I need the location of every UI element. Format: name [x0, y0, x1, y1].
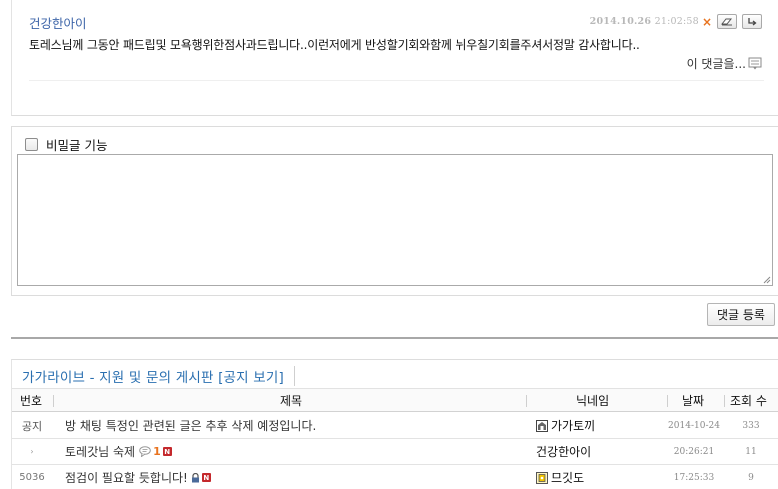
table-row[interactable]: 5036 점검이 필요할 듯합니다! N 므깃도 17:25:33 9 [12, 465, 778, 489]
resize-grip-icon[interactable] [763, 276, 771, 284]
row-date: 17:25:33 [673, 472, 715, 483]
comment-count: 1 [153, 445, 161, 458]
row-number: 5036 [19, 472, 45, 483]
comment-item: 건강한아이 2014.10.26 21:02:58 × 토레스님께 그동안 패드… [11, 0, 778, 116]
row-number: 공지 [21, 419, 43, 433]
header-nickname: 닉네임 [576, 393, 610, 408]
row-views: 333 [742, 420, 760, 431]
comment-meta: 2014.10.26 21:02:58 × [590, 14, 762, 29]
member-level-icon [536, 471, 548, 484]
eraser-icon [721, 18, 733, 26]
board-header-row: 번호 제목 닉네임 날짜 조회 수 [12, 388, 778, 412]
row-number: › [12, 439, 52, 464]
header-number: 번호 [20, 393, 43, 408]
row-views: 11 [745, 446, 757, 457]
board-title[interactable]: 가가라이브 - 지원 및 문의 게시판 [공지 보기] [22, 366, 295, 386]
row-views: 9 [748, 472, 754, 483]
lock-icon [191, 472, 199, 482]
divider [724, 395, 725, 407]
board-list: 가가라이브 - 지원 및 문의 게시판 [공지 보기] 번호 제목 닉네임 날짜… [11, 359, 778, 489]
secret-option[interactable]: 비밀글 기능 [25, 135, 107, 154]
comment-reply-label[interactable]: 이 댓글을... [687, 55, 746, 72]
row-subject[interactable]: 토레갓님 숙제 1 N [65, 439, 172, 464]
member-level-icon [536, 419, 548, 432]
divider [29, 80, 764, 81]
secret-label[interactable]: 비밀글 기능 [46, 135, 107, 154]
row-nickname[interactable]: 가가토끼 [536, 413, 595, 438]
row-date: 20:26:21 [673, 446, 715, 457]
header-views: 조회 수 [730, 393, 767, 408]
new-badge-icon: N [201, 473, 211, 482]
reply-button[interactable] [742, 14, 762, 29]
row-date: 2014-10-24 [668, 420, 720, 431]
row-subject[interactable]: 점검이 필요할 듯합니다! N [65, 465, 211, 489]
new-badge-icon: N [162, 447, 172, 456]
row-nickname-text[interactable]: 가가토끼 [551, 417, 595, 434]
row-subject-text[interactable]: 방 채팅 특정인 관련된 글은 추후 삭제 예정입니다. [65, 417, 316, 434]
row-nickname[interactable]: 건강한아이 [536, 439, 591, 464]
comment-author[interactable]: 건강한아이 [29, 13, 87, 32]
row-subject-text[interactable]: 점검이 필요할 듯합니다! [65, 469, 188, 486]
comment-textarea[interactable] [17, 154, 773, 286]
edit-button[interactable] [717, 14, 737, 29]
memo-icon [748, 57, 762, 70]
divider [53, 395, 54, 407]
row-nickname[interactable]: 므깃도 [536, 465, 584, 489]
header-subject: 제목 [280, 393, 303, 408]
row-subject[interactable]: 방 채팅 특정인 관련된 글은 추후 삭제 예정입니다. [65, 413, 316, 438]
secret-checkbox[interactable] [25, 138, 38, 151]
comment-date: 2014.10.26 21:02:58 [589, 16, 699, 27]
comment-reply-link[interactable]: 이 댓글을... [687, 55, 762, 72]
close-icon[interactable]: × [702, 16, 712, 28]
row-nickname-text[interactable]: 건강한아이 [536, 443, 591, 460]
divider [526, 395, 527, 407]
table-row[interactable]: 공지 방 채팅 특정인 관련된 글은 추후 삭제 예정입니다. 가가토끼 201… [12, 413, 778, 439]
comment-form: 비밀글 기능 [11, 126, 778, 296]
divider [667, 395, 668, 407]
submit-comment-button[interactable]: 댓글 등록 [707, 303, 775, 326]
speech-bubble-icon [139, 446, 151, 457]
reply-indent-icon: › [30, 447, 34, 456]
section-divider [11, 337, 778, 339]
reply-arrow-icon [748, 17, 757, 26]
table-row[interactable]: › 토레갓님 숙제 1 N 건강한아이 20:26:21 11 [12, 439, 778, 465]
comment-text: 토레스님께 그동안 패드립및 모욕행위한점사과드립니다..이런저에게 반성할기회… [29, 38, 640, 52]
row-nickname-text[interactable]: 므깃도 [551, 469, 584, 486]
row-subject-text[interactable]: 토레갓님 숙제 [65, 443, 135, 460]
header-date: 날짜 [682, 393, 705, 408]
